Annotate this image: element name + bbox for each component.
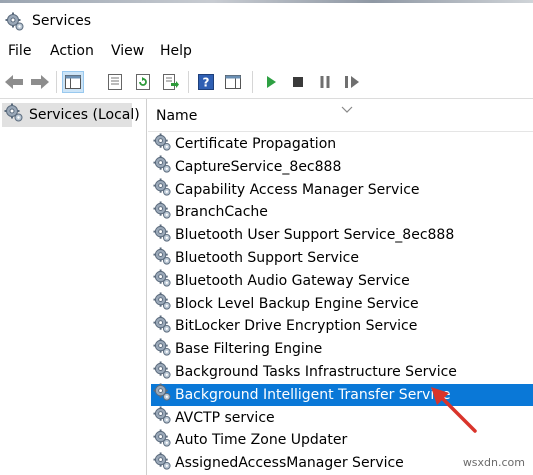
properties-icon[interactable] <box>104 71 126 93</box>
console-tree-icon[interactable] <box>222 71 244 93</box>
service-gear-icon <box>153 452 172 475</box>
service-row[interactable]: Certificate Propagation <box>151 132 533 156</box>
service-name: Auto Time Zone Updater <box>175 432 348 449</box>
service-name: CaptureService_8ec888 <box>175 158 342 175</box>
service-row[interactable]: Bluetooth Support Service <box>151 246 533 270</box>
service-gear-icon <box>153 155 172 178</box>
service-row[interactable]: AVCTP service <box>151 406 533 429</box>
service-gear-icon <box>153 269 172 292</box>
toolbar-separator <box>252 71 253 93</box>
service-name: Background Tasks Infrastructure Service <box>175 364 457 380</box>
service-row[interactable]: Bluetooth Audio Gateway Service <box>151 269 533 292</box>
export-list-icon[interactable] <box>160 71 182 93</box>
start-service-icon[interactable] <box>260 71 282 93</box>
service-gear-icon <box>153 338 172 361</box>
service-gear-icon <box>153 315 172 338</box>
service-gear-icon <box>153 178 172 201</box>
service-gear-icon <box>153 292 172 315</box>
menu-file[interactable]: File <box>8 42 31 60</box>
menu-action[interactable]: Action <box>50 42 94 60</box>
help-icon[interactable]: ? <box>195 71 217 93</box>
title-bar: Services <box>0 3 533 37</box>
service-name: Block Level Backup Engine Service <box>175 295 419 312</box>
service-gear-icon <box>153 224 172 247</box>
pause-service-icon[interactable] <box>314 71 336 93</box>
toolbar-separator <box>188 71 189 93</box>
menu-bar: File Action View Help <box>0 37 533 65</box>
service-gear-icon <box>153 429 172 452</box>
service-name: Bluetooth Audio Gateway Service <box>175 272 410 289</box>
tree-item-services-local[interactable]: Services (Local) <box>2 103 140 127</box>
service-name: AVCTP service <box>175 409 275 426</box>
service-row[interactable]: Base Filtering Engine <box>151 338 533 360</box>
service-name: Bluetooth Support Service <box>175 250 359 266</box>
service-name: Base Filtering Engine <box>175 341 323 358</box>
service-gear-icon <box>153 406 172 429</box>
service-row[interactable]: Capability Access Manager Service <box>151 178 533 201</box>
service-gear-icon <box>153 201 172 224</box>
back-arrow-icon[interactable] <box>3 71 25 93</box>
window-title: Services <box>32 13 92 29</box>
services-gear-icon <box>5 12 25 32</box>
tree-item-label: Services (Local) <box>29 107 140 123</box>
column-header-label: Name <box>156 108 198 124</box>
service-row[interactable]: Background Intelligent Transfer Service <box>151 383 533 406</box>
service-name: Certificate Propagation <box>175 136 337 152</box>
refresh-icon[interactable] <box>132 71 154 93</box>
service-gear-icon <box>153 132 172 156</box>
menu-view[interactable]: View <box>111 42 144 60</box>
service-row[interactable]: Bluetooth User Support Service_8ec888 <box>151 224 533 246</box>
stop-service-icon[interactable] <box>287 71 309 93</box>
service-name: AssignedAccessManager Service <box>175 455 404 472</box>
toolbar-separator <box>56 71 57 93</box>
service-gear-icon <box>153 246 172 270</box>
svg-text:?: ? <box>203 76 210 90</box>
service-name: Bluetooth User Support Service_8ec888 <box>175 227 455 244</box>
show-hide-tree-icon[interactable] <box>62 71 84 93</box>
service-name: Capability Access Manager Service <box>175 181 420 198</box>
console-tree-pane: Services (Local) <box>0 99 147 475</box>
service-gear-icon <box>153 360 172 384</box>
service-row[interactable]: BitLocker Drive Encryption Service <box>151 315 533 337</box>
toolbar: ? <box>0 65 533 99</box>
service-name: Background Intelligent Transfer Service <box>175 386 451 403</box>
service-row[interactable]: Background Tasks Infrastructure Service <box>151 360 533 384</box>
forward-arrow-icon[interactable] <box>29 71 51 93</box>
service-row[interactable]: Auto Time Zone Updater <box>151 429 533 451</box>
services-gear-icon <box>4 103 24 127</box>
service-gear-icon <box>153 383 172 406</box>
service-row[interactable]: CaptureService_8ec888 <box>151 155 533 178</box>
service-row[interactable]: Block Level Backup Engine Service <box>151 292 533 315</box>
menu-help[interactable]: Help <box>160 42 192 60</box>
resume-service-icon[interactable] <box>341 71 363 93</box>
service-row[interactable]: BranchCache <box>151 201 533 223</box>
column-header-name[interactable]: Name <box>148 99 533 132</box>
watermark: wsxdn.com <box>462 456 525 469</box>
service-name: BitLocker Drive Encryption Service <box>175 318 418 335</box>
services-list-pane: Name Certificate Propagation CaptureServi… <box>148 99 533 475</box>
service-name: BranchCache <box>175 204 268 221</box>
sort-caret-icon <box>340 99 354 113</box>
